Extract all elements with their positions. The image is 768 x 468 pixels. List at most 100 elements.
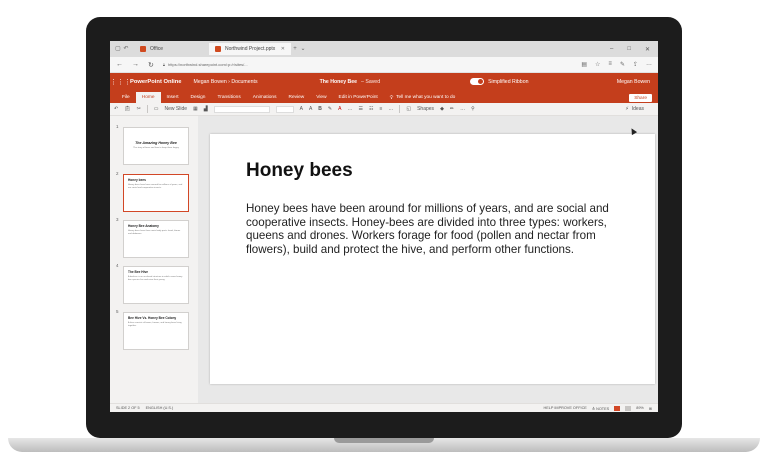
share-button[interactable]: Share bbox=[629, 94, 652, 102]
ideas-icon: ⚡ bbox=[625, 106, 629, 112]
highlight-icon[interactable]: ✎ bbox=[328, 106, 332, 112]
close-window-icon[interactable]: ✕ bbox=[645, 46, 650, 53]
align-icon[interactable]: ≡ bbox=[379, 106, 382, 112]
undo-icon[interactable]: ↶ bbox=[114, 106, 118, 112]
ideas-label: Ideas bbox=[631, 106, 644, 112]
tab-edit-in-powerpoint[interactable]: Edit in PowerPoint bbox=[333, 92, 384, 103]
document-title[interactable]: The Honey Bee bbox=[320, 79, 357, 85]
tab-animations[interactable]: Animations bbox=[247, 92, 283, 103]
thumbnail-text: Honey bees have three main body parts: h… bbox=[128, 230, 181, 235]
thumbnail-number: 5 bbox=[116, 309, 119, 314]
normal-view-icon[interactable] bbox=[614, 405, 621, 411]
tab-file[interactable]: File bbox=[116, 92, 136, 103]
window-controls: – □ ✕ bbox=[610, 46, 658, 53]
back-tabs-icon[interactable]: ↶ bbox=[122, 45, 130, 53]
tab-review[interactable]: Review bbox=[283, 92, 311, 103]
shapes-label[interactable]: Shapes bbox=[417, 106, 434, 112]
slide-thumbnail-1[interactable]: The Amazing Honey Bee The story of bees … bbox=[123, 127, 189, 165]
browser-tab-northwind[interactable]: Northwind Project.pptx ✕ bbox=[208, 43, 291, 55]
slide-thumbnail-4[interactable]: The Bee Hive A beehive is an enclosed st… bbox=[123, 266, 189, 304]
favorites-hub-icon[interactable]: ≡ bbox=[608, 61, 612, 68]
numbering-icon[interactable]: ☷ bbox=[369, 106, 373, 112]
user-name[interactable]: Megan Bowen bbox=[617, 79, 658, 85]
browser-window: ▢ ↶ Office Northwind Project.pptx ✕ + ⌄ … bbox=[110, 41, 658, 412]
refresh-icon[interactable]: ↻ bbox=[148, 61, 154, 69]
app-name[interactable]: PowerPoint Online bbox=[130, 79, 182, 85]
share-icon[interactable]: ⇪ bbox=[633, 61, 638, 68]
new-slide-label[interactable]: New Slide bbox=[165, 106, 188, 112]
new-slide-icon[interactable]: ▭ bbox=[154, 106, 159, 112]
shape-outline-icon[interactable]: ✏ bbox=[450, 106, 454, 112]
shapes-icon[interactable]: ◱ bbox=[406, 106, 411, 112]
shape-fill-icon[interactable]: ◆ bbox=[440, 106, 444, 112]
tell-me-search[interactable]: 💡︎ Tell me what you want to do bbox=[390, 92, 456, 103]
back-icon[interactable]: ← bbox=[116, 61, 123, 68]
tab-actions-icon[interactable]: ▢ bbox=[114, 45, 122, 53]
tab-label: Northwind Project.pptx bbox=[224, 46, 276, 52]
ideas-button[interactable]: ⚡ Ideas bbox=[625, 106, 644, 112]
layout-icon[interactable]: ▦ bbox=[193, 106, 198, 112]
breadcrumb[interactable]: Megan Bowen › Documents bbox=[194, 79, 258, 85]
tab-home[interactable]: Home bbox=[135, 92, 161, 103]
laptop-notch bbox=[334, 438, 434, 443]
grow-font-icon[interactable]: A bbox=[300, 106, 303, 112]
font-color-icon[interactable]: A bbox=[338, 106, 341, 112]
more-icon[interactable]: … bbox=[646, 61, 652, 68]
slide-thumbnails-pane: 1 The Amazing Honey Bee The story of bee… bbox=[110, 116, 198, 403]
thumbnail-number: 2 bbox=[116, 171, 119, 176]
favorite-star-icon[interactable]: ☆ bbox=[595, 61, 600, 68]
language-indicator[interactable]: ENGLISH (U.S.) bbox=[146, 406, 174, 410]
font-size-box[interactable] bbox=[275, 105, 294, 113]
fit-to-window-icon[interactable]: ⊞ bbox=[649, 406, 652, 411]
current-slide[interactable]: Honey bees Honey bees have been around f… bbox=[210, 134, 655, 384]
tab-list-icon[interactable]: ⌄ bbox=[299, 45, 307, 53]
simplified-ribbon-label: Simplified Ribbon bbox=[488, 78, 529, 85]
minimize-icon[interactable]: – bbox=[610, 46, 613, 53]
shrink-font-icon[interactable]: A bbox=[309, 106, 312, 112]
tell-me-label: Tell me what you want to do bbox=[396, 95, 456, 100]
bullets-icon[interactable]: ☰ bbox=[358, 106, 362, 112]
close-tab-icon[interactable]: ✕ bbox=[281, 46, 285, 52]
tab-view[interactable]: View bbox=[310, 92, 332, 103]
slide-thumbnail-2[interactable]: Honey bees Honey bees have been around f… bbox=[123, 174, 189, 212]
slide-sorter-view-icon[interactable] bbox=[625, 405, 632, 411]
more-font-icon[interactable]: … bbox=[347, 106, 352, 112]
font-name-box[interactable] bbox=[213, 105, 270, 113]
tab-transitions[interactable]: Transitions bbox=[211, 92, 246, 103]
status-bar: SLIDE 2 OF 5 ENGLISH (U.S.) HELP IMPROVE… bbox=[110, 403, 658, 412]
pen-icon[interactable]: ✎ bbox=[620, 61, 625, 68]
url-field[interactable]: 🔒︎ https://northwind.sharepoint.com/:p:/… bbox=[163, 60, 543, 70]
more-drawing-icon[interactable]: … bbox=[460, 106, 465, 112]
thumbnail-title: Bee Hive Vs. Honey Bee Colony bbox=[128, 316, 177, 320]
cut-icon[interactable]: ✂ bbox=[137, 106, 141, 112]
help-improve-office-link[interactable]: HELP IMPROVE OFFICE bbox=[543, 406, 586, 410]
new-tab-icon[interactable]: + bbox=[291, 45, 299, 53]
maximize-icon[interactable]: □ bbox=[627, 46, 631, 53]
browser-tab-bar: ▢ ↶ Office Northwind Project.pptx ✕ + ⌄ … bbox=[110, 41, 658, 57]
forward-icon[interactable]: → bbox=[132, 61, 139, 68]
thumbnail-text: A hive consists of boxes, frames, and ho… bbox=[128, 322, 182, 327]
paste-icon[interactable]: 📋︎ bbox=[124, 106, 130, 112]
browser-tab-office[interactable]: Office bbox=[134, 43, 169, 55]
address-bar-icons: ▤ ☆ ≡ ✎ ⇪ … bbox=[581, 61, 652, 68]
slide-title[interactable]: Honey bees bbox=[246, 160, 353, 182]
tab-design[interactable]: Design bbox=[185, 92, 212, 103]
url-text: https://northwind.sharepoint.com/:p:/r/s… bbox=[168, 62, 248, 67]
reading-view-icon[interactable]: ▤ bbox=[581, 61, 587, 68]
more-paragraph-icon[interactable]: … bbox=[388, 106, 393, 112]
lightbulb-icon: 💡︎ bbox=[389, 95, 394, 101]
zoom-level[interactable]: 89% bbox=[636, 406, 644, 410]
chart-icon[interactable]: ▟ bbox=[204, 106, 208, 112]
thumbnail-title: The Bee Hive bbox=[128, 270, 149, 274]
bold-icon[interactable]: B bbox=[318, 106, 322, 112]
app-launcher-icon[interactable]: ⋮⋮⋮ bbox=[110, 78, 131, 86]
slide-canvas: Honey bees Honey bees have been around f… bbox=[198, 116, 658, 403]
slide-thumbnail-5[interactable]: Bee Hive Vs. Honey Bee Colony A hive con… bbox=[123, 312, 189, 350]
simplified-ribbon-toggle[interactable] bbox=[470, 78, 485, 85]
slide-thumbnail-3[interactable]: Honey Bee Anatomy Honey bees have three … bbox=[123, 220, 189, 258]
tab-insert[interactable]: Insert bbox=[161, 92, 185, 103]
search-icon[interactable]: ⚲ bbox=[471, 106, 475, 112]
ribbon-tabs: File Home Insert Design Transitions Anim… bbox=[110, 90, 658, 103]
notes-button[interactable]: ≙ NOTES bbox=[592, 406, 609, 411]
slide-body-text[interactable]: Honey bees have been around for millions… bbox=[246, 202, 630, 256]
